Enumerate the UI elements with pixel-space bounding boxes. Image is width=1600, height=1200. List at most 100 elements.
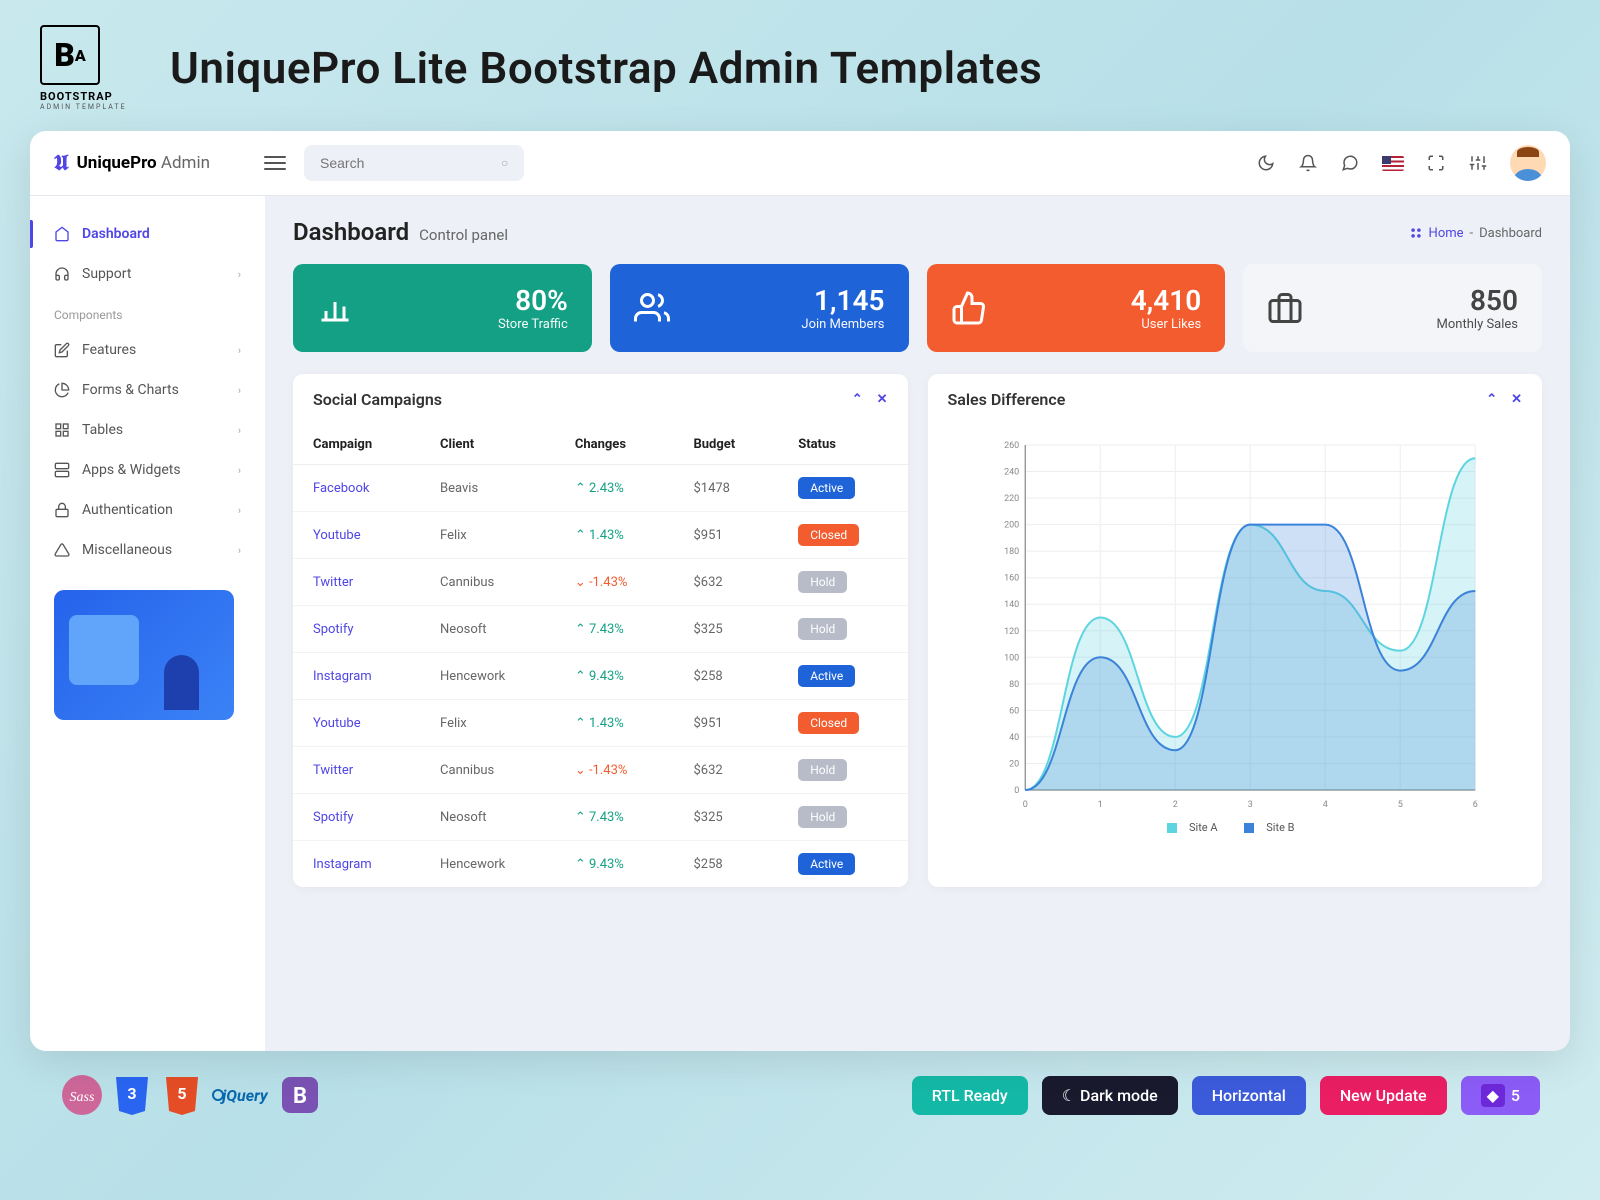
campaign-cell[interactable]: Facebook (293, 465, 420, 512)
collapse-icon[interactable]: ⌃ (852, 392, 863, 407)
stat-store-traffic[interactable]: 80%Store Traffic (293, 264, 592, 352)
dashboard-icon (1409, 226, 1423, 240)
edit-icon (54, 342, 70, 358)
table-row[interactable]: Instagram Hencework ⌃ 9.43% $258 Active (293, 653, 908, 700)
budget-cell: $632 (673, 559, 778, 606)
campaign-cell[interactable]: Instagram (293, 653, 420, 700)
table-row[interactable]: Youtube Felix ⌃ 1.43% $951 Closed (293, 512, 908, 559)
app-logo[interactable]: 𝖀 UniquePro Admin (54, 151, 264, 176)
breadcrumb-current: Dashboard (1479, 226, 1542, 241)
theme-toggle-icon[interactable] (1256, 153, 1276, 173)
footer-btn-dark-mode[interactable]: ☾ Dark mode (1042, 1076, 1178, 1115)
home-icon (54, 226, 70, 242)
chat-icon[interactable] (1340, 153, 1360, 173)
search-icon[interactable]: ○ (501, 156, 508, 170)
settings-icon[interactable] (1468, 153, 1488, 173)
sidebar: Dashboard Support› Components Features› … (30, 196, 265, 1051)
search-box[interactable]: ○ (304, 145, 524, 181)
sidebar-item-features[interactable]: Features› (30, 330, 265, 370)
changes-cell: ⌃ 9.43% (555, 841, 674, 888)
svg-text:60: 60 (1009, 706, 1019, 716)
client-cell: Beavis (420, 465, 555, 512)
status-cell: Active (778, 841, 907, 888)
svg-text:1: 1 (1097, 800, 1102, 810)
briefcase-icon (1267, 290, 1303, 326)
sidebar-item-support[interactable]: Support› (30, 254, 265, 294)
fullscreen-icon[interactable] (1426, 153, 1446, 173)
bell-icon[interactable] (1298, 153, 1318, 173)
logo-icon: 𝖀 (54, 151, 69, 176)
css3-icon: 3 (110, 1073, 154, 1117)
table-row[interactable]: Twitter Cannibus ⌄ -1.43% $632 Hold (293, 559, 908, 606)
campaign-cell[interactable]: Youtube (293, 512, 420, 559)
status-cell: Hold (778, 606, 907, 653)
svg-text:5: 5 (1397, 800, 1402, 810)
sidebar-item-dashboard[interactable]: Dashboard (30, 214, 265, 254)
sidebar-item-apps[interactable]: Apps & Widgets› (30, 450, 265, 490)
footer-btn-horizontal[interactable]: Horizontal (1192, 1076, 1306, 1115)
stat-join-members[interactable]: 1,145Join Members (610, 264, 909, 352)
svg-text:0: 0 (1014, 786, 1019, 796)
table-row[interactable]: Spotify Neosoft ⌃ 7.43% $325 Hold (293, 794, 908, 841)
campaign-cell[interactable]: Twitter (293, 559, 420, 606)
stat-monthly-sales[interactable]: 850Monthly Sales (1243, 264, 1542, 352)
flag-icon[interactable] (1382, 156, 1404, 171)
page-subtitle: Control panel (419, 226, 508, 244)
table-header: Client (420, 425, 555, 465)
promo-footer: Sass 3 5 jQuery B RTL Ready ☾ Dark mode Ho… (0, 1061, 1600, 1129)
campaign-cell[interactable]: Spotify (293, 606, 420, 653)
svg-text:20: 20 (1009, 759, 1019, 769)
main-content: Dashboard Control panel Home - Dashboard… (265, 196, 1570, 1051)
client-cell: Neosoft (420, 794, 555, 841)
html5-icon: 5 (160, 1073, 204, 1117)
users-icon (634, 290, 670, 326)
campaign-cell[interactable]: Youtube (293, 700, 420, 747)
table-row[interactable]: Instagram Hencework ⌃ 9.43% $258 Active (293, 841, 908, 888)
collapse-icon[interactable]: ⌃ (1486, 392, 1497, 407)
sales-chart: 0204060801001201401601802002202402600123… (948, 435, 1523, 815)
close-icon[interactable]: ✕ (877, 392, 888, 407)
menu-toggle-icon[interactable] (264, 156, 286, 170)
table-header: Status (778, 425, 907, 465)
changes-cell: ⌄ -1.43% (555, 747, 674, 794)
footer-btn-rtl-ready[interactable]: RTL Ready (912, 1076, 1028, 1115)
budget-cell: $951 (673, 700, 778, 747)
svg-text:0: 0 (1022, 800, 1027, 810)
campaign-cell[interactable]: Instagram (293, 841, 420, 888)
campaign-cell[interactable]: Twitter (293, 747, 420, 794)
table-row[interactable]: Facebook Beavis ⌃ 2.43% $1478 Active (293, 465, 908, 512)
svg-text:2: 2 (1172, 800, 1177, 810)
close-icon[interactable]: ✕ (1511, 392, 1522, 407)
sidebar-item-misc[interactable]: Miscellaneous› (30, 530, 265, 570)
panel-title: Social Campaigns (313, 390, 442, 409)
sidebar-item-auth[interactable]: Authentication› (30, 490, 265, 530)
table-row[interactable]: Spotify Neosoft ⌃ 7.43% $325 Hold (293, 606, 908, 653)
table-row[interactable]: Twitter Cannibus ⌄ -1.43% $632 Hold (293, 747, 908, 794)
page-title: Dashboard (293, 218, 409, 246)
svg-text:160: 160 (1004, 574, 1019, 584)
budget-cell: $1478 (673, 465, 778, 512)
breadcrumb-home[interactable]: Home (1429, 226, 1464, 241)
search-input[interactable] (320, 155, 501, 171)
sidebar-item-tables[interactable]: Tables› (30, 410, 265, 450)
sidebar-item-forms[interactable]: Forms & Charts› (30, 370, 265, 410)
pie-chart-icon (54, 382, 70, 398)
tech-logos: Sass 3 5 jQuery B (60, 1073, 322, 1117)
social-campaigns-panel: Social Campaigns ⌃ ✕ CampaignClientChang… (293, 374, 908, 887)
panel-title: Sales Difference (948, 390, 1066, 409)
thumbs-up-icon (951, 290, 987, 326)
footer-btn-5[interactable]: ◆5 (1461, 1076, 1540, 1115)
sidebar-illustration (54, 590, 234, 720)
svg-text:260: 260 (1004, 441, 1019, 451)
table-header: Changes (555, 425, 674, 465)
svg-text:jQuery: jQuery (219, 1086, 269, 1105)
stat-user-likes[interactable]: 4,410User Likes (927, 264, 1226, 352)
campaign-cell[interactable]: Spotify (293, 794, 420, 841)
table-row[interactable]: Youtube Felix ⌃ 1.43% $951 Closed (293, 700, 908, 747)
sales-difference-panel: Sales Difference ⌃ ✕ 0204060801001201401… (928, 374, 1543, 887)
avatar[interactable] (1510, 145, 1546, 181)
svg-text:120: 120 (1004, 627, 1019, 637)
promo-title: UniquePro Lite Bootstrap Admin Templates (170, 42, 1042, 94)
lock-icon (54, 502, 70, 518)
footer-btn-new-update[interactable]: New Update (1320, 1076, 1447, 1115)
